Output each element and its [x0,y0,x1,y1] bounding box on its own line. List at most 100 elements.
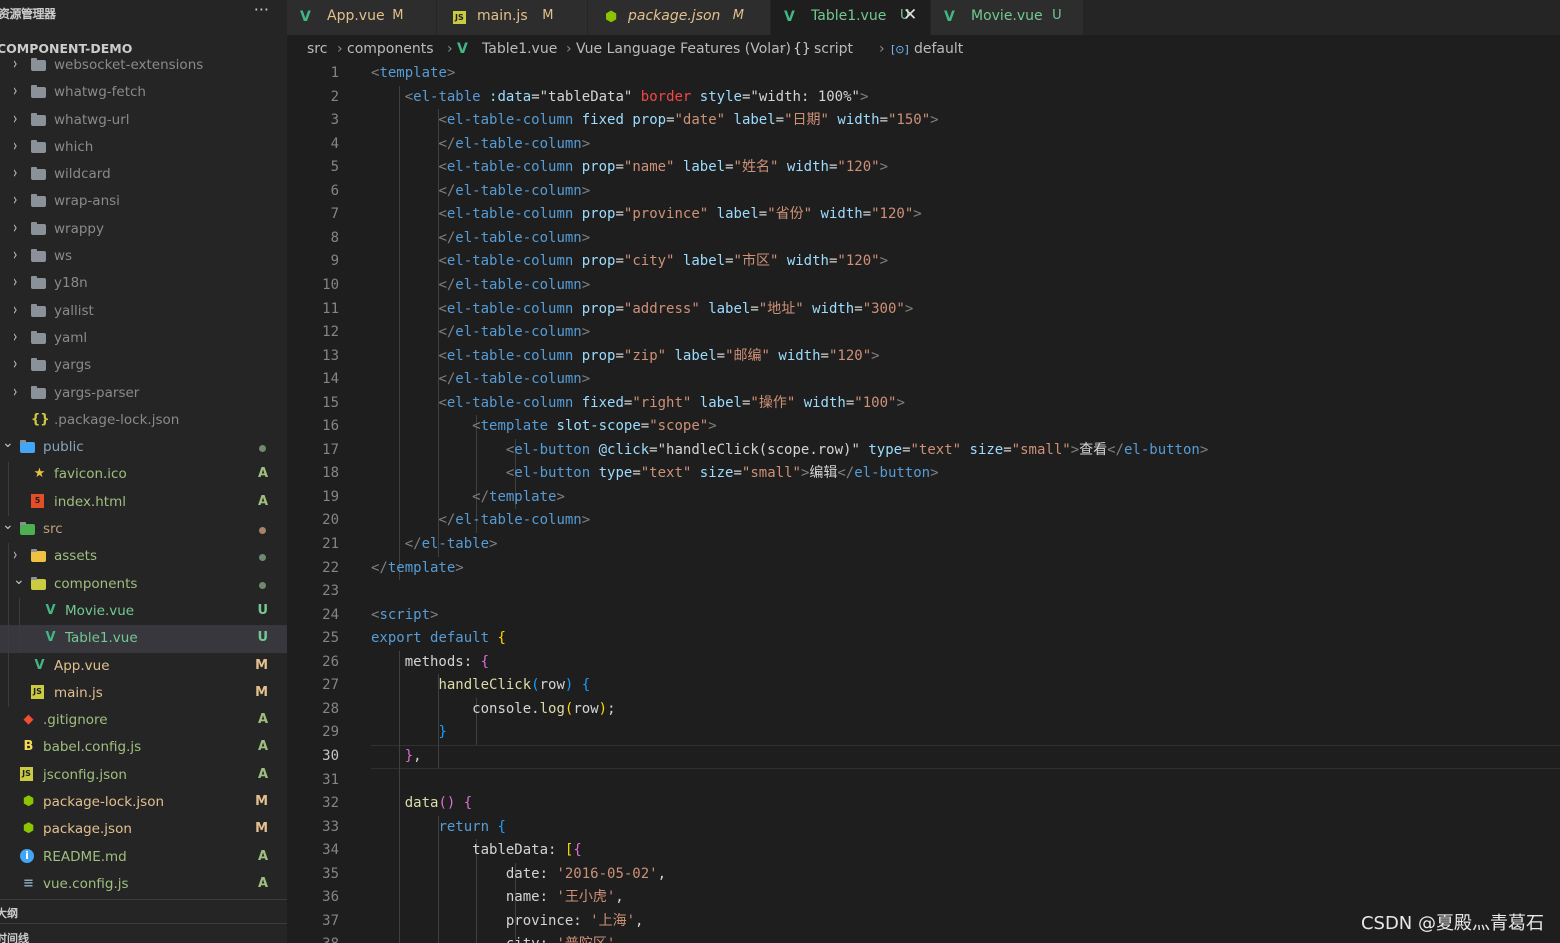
tree-item[interactable]: 5 index.html A [0,489,287,516]
tree-item[interactable]: › websocket-extensions [0,52,287,79]
code-token: prop [632,112,667,129]
breadcrumb: src › components › V Table1.vue › Vue Language … [287,35,1560,62]
chevron-right-icon[interactable]: › [13,108,17,128]
chevron-right-icon[interactable]: › [13,136,17,156]
code-token: size [699,465,734,482]
git-status-dot [259,527,266,535]
more-actions-icon[interactable]: ··· [254,0,269,19]
tree-item[interactable]: › yargs-parser [0,380,287,407]
chevron-right-icon[interactable]: › [13,545,17,565]
tree-item[interactable]: JS jsconfig.json A [0,762,287,789]
folder-icon [31,276,46,290]
code-token: > [581,229,591,246]
code-line: <el-table-column prop="name" label="姓名" … [371,156,888,180]
chevron-right-icon[interactable]: › [13,245,17,265]
code-token: label [708,300,751,317]
close-icon[interactable]: ✕ [903,5,917,25]
tree-item[interactable]: ◆ .gitignore A [0,707,287,734]
chevron-right-icon[interactable]: › [13,381,17,401]
tab-package-json[interactable]: ⬢ package.json M [588,0,771,35]
code-token: "right" [632,394,692,411]
code-token: border [640,88,692,105]
explorer-header: 资源管理器 ··· [0,0,287,27]
tree-item[interactable]: ⬢ package-lock.json M [0,789,287,816]
code-token: template [379,65,447,81]
breadcrumb-item[interactable]: Vue Language Features (Volar) [576,41,791,57]
tree-item[interactable]: › yargs [0,352,287,379]
code-token: = [725,253,734,270]
tree-item[interactable]: V Movie.vue U [0,598,287,625]
breadcrumb-item[interactable]: src [307,41,327,57]
line-number: 38 [287,933,339,943]
tree-item[interactable]: › yaml [0,325,287,352]
code-token: width [786,159,829,176]
tree-item[interactable]: › which [0,134,287,161]
tree-item[interactable]: ⌄ src [0,516,287,543]
code-token: "300" [862,300,905,317]
folder-icon [31,139,46,153]
tab-main-js[interactable]: JS main.js M [437,0,588,35]
chevron-right-icon[interactable]: › [13,354,17,374]
chevron-right-icon[interactable]: › [13,163,17,183]
chevron-right-icon[interactable]: › [13,54,17,74]
chevron-down-icon[interactable]: ⌄ [2,517,14,533]
tree-item[interactable]: V App.vue M [0,653,287,680]
tree-item[interactable]: › whatwg-url [0,107,287,134]
tree-item[interactable]: › wildcard [0,161,287,188]
breadcrumb-item[interactable]: Table1.vue [482,41,557,57]
chevron-right-icon[interactable]: › [13,218,17,238]
tree-item[interactable]: V Table1.vue U [0,625,287,653]
code-line: <el-table-column prop="province" label="… [371,203,921,227]
tree-item[interactable]: {} .package-lock.json [0,407,287,434]
tree-item[interactable]: › ws [0,243,287,270]
tree-item[interactable]: ⌄ public [0,434,287,461]
current-line-highlight [371,744,1560,769]
tree-item[interactable]: ★ favicon.ico A [0,461,287,488]
tab-table1-vue[interactable]: V Table1.vue U ✕ [771,0,931,35]
timeline-section[interactable]: 时间线 [0,923,287,943]
tree-item[interactable]: › wrap-ansi [0,188,287,215]
code-token: > [581,182,591,199]
chevron-right-icon[interactable]: › [13,299,17,319]
tree-item[interactable]: › assets [0,543,287,570]
code-token: el-table-column [455,229,582,246]
outline-section[interactable]: 大纲 [0,899,287,922]
breadcrumb-item[interactable]: script [814,41,853,57]
tree-item[interactable]: ⬢ package.json M [0,816,287,843]
chevron-right-icon[interactable]: › [13,190,17,210]
html-file-icon: 5 [31,493,44,508]
code-editor[interactable]: 1 <template> 2 <el-table :data="tableData"… [287,62,1560,943]
code-line: handleClick(row) { [371,674,590,698]
breadcrumb-item[interactable]: components [347,41,434,57]
tree-item[interactable]: JS main.js M [0,680,287,707]
line-number: 14 [322,371,339,388]
chevron-right-icon[interactable]: › [13,272,17,292]
tree-item[interactable]: Bbabel.config.js A [0,734,287,761]
code-line: methods: { [371,651,489,675]
tree-item[interactable]: › whatwg-fetch [0,79,287,106]
tab-app-vue[interactable]: V App.vue M [287,0,437,35]
tree-item-label: package.json [43,821,132,838]
tab-movie-vue[interactable]: V Movie.vue U [931,0,1084,35]
tree-item[interactable]: › wrappy [0,216,287,243]
chevron-right-icon[interactable]: › [13,81,17,101]
code-token: > [446,65,456,81]
line-number: 19 [322,488,339,505]
chevron-down-icon[interactable]: ⌄ [2,435,14,451]
tree-item[interactable]: › y18n [0,270,287,297]
breadcrumb-item[interactable]: default [914,41,963,57]
tree-item[interactable]: ⌄ components [0,571,287,598]
tree-item[interactable]: i README.md A [0,844,287,871]
chevron-right-icon[interactable]: › [13,327,17,347]
tree-item[interactable]: › yallist [0,298,287,325]
tree-item[interactable]: ≡ vue.config.js A [0,871,287,898]
chevron-down-icon[interactable]: ⌄ [13,572,25,588]
